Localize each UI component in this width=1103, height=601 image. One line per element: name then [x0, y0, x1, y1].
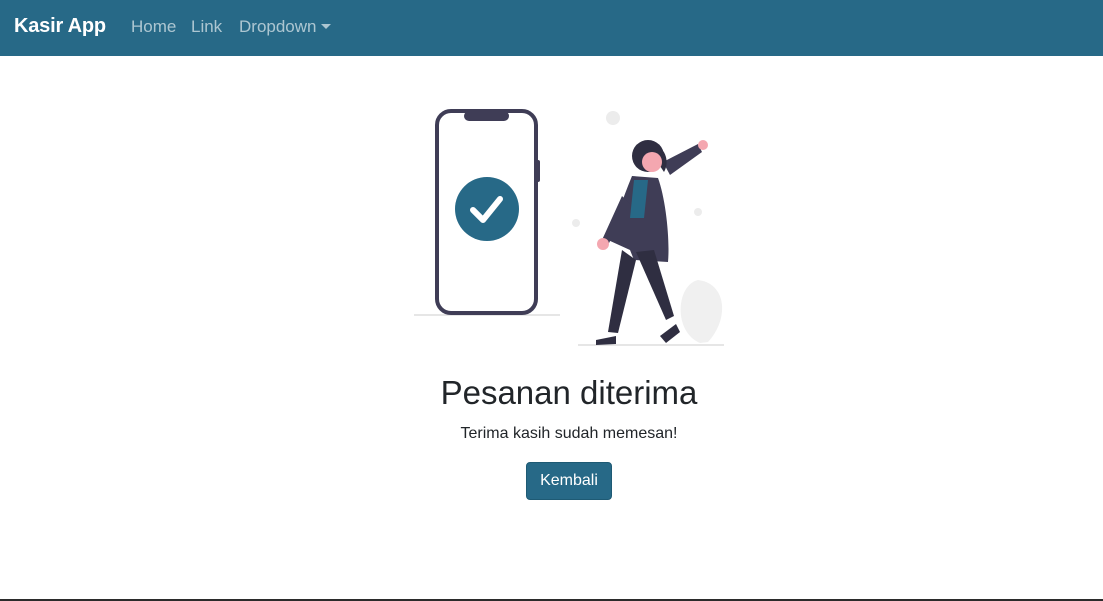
nav-dropdown-toggle[interactable]: Dropdown	[239, 17, 331, 37]
brand-link[interactable]: Kasir App	[14, 15, 106, 38]
check-circle	[455, 177, 519, 241]
page-subtitle: Terima kasih sudah memesan!	[460, 425, 678, 442]
page-title: Pesanan diterima	[440, 374, 698, 411]
nav-home-link[interactable]: Home	[131, 17, 176, 37]
back-button[interactable]: Kembali	[526, 462, 612, 500]
nav-link-link[interactable]: Link	[191, 17, 222, 37]
caret-down-icon	[320, 24, 331, 29]
nav-dropdown-label: Dropdown	[239, 17, 317, 36]
order-success-illustration	[414, 109, 724, 346]
top-navbar: Kasir App Home Link Dropdown	[0, 0, 1103, 56]
